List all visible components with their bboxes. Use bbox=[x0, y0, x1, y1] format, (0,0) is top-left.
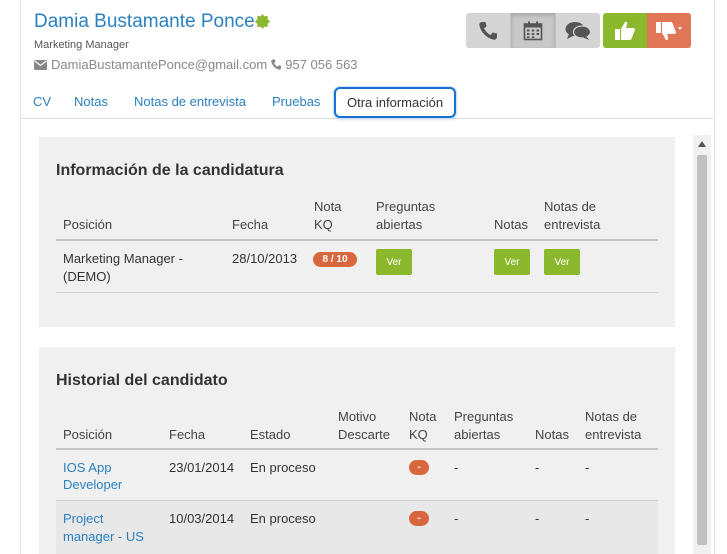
hrow1-preguntas: - bbox=[454, 460, 459, 475]
candidate-name: Damia Bustamante Ponce bbox=[34, 11, 255, 32]
hcol-preguntas-line2: abiertas bbox=[454, 427, 501, 442]
hrow2-posicion-line1[interactable]: Project bbox=[63, 510, 103, 527]
hcol-preguntas-line1: Preguntas bbox=[454, 409, 514, 424]
hrow1-posicion-line2[interactable]: Developer bbox=[63, 476, 122, 493]
hcol-estado: Estado bbox=[250, 427, 291, 442]
hcol-motivo-line2: Descarte bbox=[338, 427, 391, 442]
historial-title: Historial del candidato bbox=[56, 372, 228, 389]
hcol-notas: Notas bbox=[535, 427, 569, 442]
ver-preguntas-button[interactable]: Ver bbox=[376, 249, 412, 275]
verified-badge-icon bbox=[255, 14, 270, 29]
scroll-up-arrow-icon[interactable] bbox=[693, 136, 711, 152]
chat-button[interactable] bbox=[556, 13, 600, 48]
tab-otra-informacion[interactable]: Otra información bbox=[334, 87, 457, 118]
tab-notas-entrevista[interactable]: Notas de entrevista bbox=[134, 94, 246, 109]
hrow2-nota-kq-badge: - bbox=[409, 511, 429, 526]
col-fecha: Fecha bbox=[232, 217, 269, 232]
row-posicion-line1: Marketing Manager - bbox=[63, 251, 183, 266]
hrow2-fecha: 10/03/2014 bbox=[169, 511, 235, 526]
ver-notas-button[interactable]: Ver bbox=[494, 249, 530, 275]
tab-notas[interactable]: Notas bbox=[74, 94, 108, 109]
col-nota-kq-line1: Nota bbox=[314, 199, 342, 214]
hcol-nota-kq-line1: Nota bbox=[409, 409, 437, 424]
chat-icon bbox=[565, 21, 591, 40]
envelope-icon bbox=[34, 59, 47, 70]
ver-notas-entrevista-button[interactable]: Ver bbox=[544, 249, 580, 275]
hcol-nota-kq-line2: KQ bbox=[409, 427, 428, 442]
hrow2-band bbox=[56, 501, 658, 554]
like-button[interactable] bbox=[603, 13, 647, 48]
hcol-notas-entrevista-line2: entrevista bbox=[585, 427, 642, 442]
phone-small-icon bbox=[271, 59, 282, 70]
thumbs-up-icon bbox=[615, 21, 635, 40]
col-notas-entrevista-line1: Notas de bbox=[544, 199, 597, 214]
candidatura-panel: Información de la candidatura Posición F… bbox=[39, 137, 675, 327]
hrow2-estado: En proceso bbox=[250, 511, 316, 526]
tab-bar: CV Notas Notas de entrevista Pruebas Otr… bbox=[20, 84, 713, 119]
col-nota-kq-line2: KQ bbox=[314, 217, 333, 232]
call-button[interactable] bbox=[466, 13, 511, 48]
hheader-divider bbox=[56, 448, 658, 450]
candidatura-title: Información de la candidatura bbox=[56, 162, 284, 179]
hrow2-posicion-line2[interactable]: manager - US bbox=[63, 528, 144, 545]
hrow1-estado: En proceso bbox=[250, 460, 316, 475]
rating-actions bbox=[603, 13, 691, 48]
calendar-button[interactable] bbox=[511, 13, 556, 48]
hrow1-notas-entrevista: - bbox=[585, 460, 590, 475]
candidate-email[interactable]: DamiaBustamantePonce@gmail.com bbox=[51, 57, 267, 72]
hrow1-notas: - bbox=[535, 460, 540, 475]
row-divider bbox=[56, 292, 658, 293]
tab-pruebas[interactable]: Pruebas bbox=[272, 94, 320, 109]
hcol-fecha: Fecha bbox=[169, 427, 206, 442]
col-notas-entrevista-line2: entrevista bbox=[544, 217, 601, 232]
hrow1-nota-kq-badge: - bbox=[409, 460, 429, 475]
historial-panel: Historial del candidato Posición Fecha E… bbox=[39, 347, 675, 554]
col-notas: Notas bbox=[494, 217, 528, 232]
candidate-phone[interactable]: 957 056 563 bbox=[285, 57, 357, 72]
hrow2-notas: - bbox=[535, 511, 540, 526]
calendar-icon bbox=[523, 21, 543, 40]
dislike-button[interactable] bbox=[647, 13, 691, 48]
nota-kq-badge: 8 / 10 bbox=[313, 252, 357, 267]
hcol-posicion: Posición bbox=[63, 427, 113, 442]
header-divider bbox=[56, 239, 658, 241]
col-preguntas-line2: abiertas bbox=[376, 217, 423, 232]
hrow2-preguntas: - bbox=[454, 511, 459, 526]
hrow2-notas-entrevista: - bbox=[585, 511, 590, 526]
contact-actions bbox=[466, 13, 600, 48]
col-posicion: Posición bbox=[63, 217, 113, 232]
candidate-role: Marketing Manager bbox=[34, 39, 129, 51]
thumbs-down-icon bbox=[656, 21, 682, 40]
hrow1-fecha: 23/01/2014 bbox=[169, 460, 235, 475]
tab-cv[interactable]: CV bbox=[33, 94, 51, 109]
hrow1-posicion-line1[interactable]: IOS App bbox=[63, 459, 111, 476]
col-preguntas-line1: Preguntas bbox=[376, 199, 436, 214]
candidate-contact: DamiaBustamantePonce@gmail.com 957 056 5… bbox=[34, 57, 358, 72]
hcol-notas-entrevista-line1: Notas de bbox=[585, 409, 638, 424]
row-posicion-line2: (DEMO) bbox=[63, 269, 111, 284]
phone-icon bbox=[479, 21, 497, 40]
scrollbar-thumb[interactable] bbox=[697, 155, 707, 545]
row-fecha: 28/10/2013 bbox=[232, 251, 298, 266]
hcol-motivo-line1: Motivo bbox=[338, 409, 377, 424]
